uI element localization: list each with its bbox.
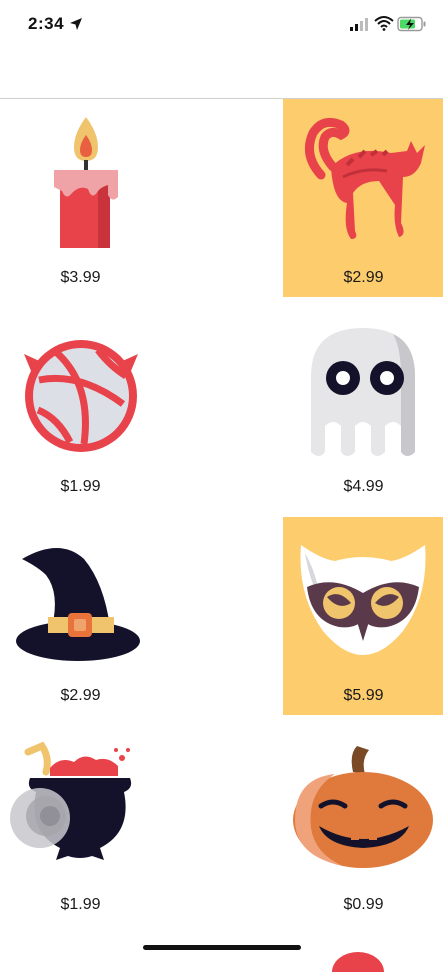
product-cell-witch-hat[interactable]: $2.99	[0, 517, 161, 715]
candle-icon	[54, 117, 118, 248]
product-grid[interactable]: $3.99 $2.99 $1.99 $4.99 $2.99 $5.99 $1.9…	[0, 99, 443, 929]
price-label: $1.99	[60, 896, 101, 913]
status-bar: 2:34	[0, 0, 443, 50]
product-cell-candle[interactable]: $3.99	[0, 99, 161, 297]
pumpkin-icon	[293, 746, 433, 868]
product-cell-owl[interactable]: $5.99	[283, 517, 443, 715]
cellular-signal-icon	[350, 18, 368, 31]
price-label: $2.99	[343, 269, 384, 286]
product-cell-cat[interactable]: $2.99	[283, 99, 443, 297]
location-arrow-icon	[70, 18, 82, 30]
next-item-peek	[332, 952, 384, 972]
price-label: $3.99	[60, 269, 101, 286]
witch-hat-icon	[16, 548, 140, 661]
owl-icon	[300, 545, 426, 655]
home-indicator[interactable]	[143, 945, 301, 950]
product-cell-ghost[interactable]: $4.99	[283, 308, 443, 506]
wifi-icon	[374, 16, 394, 31]
price-label: $0.99	[343, 896, 384, 913]
price-label: $5.99	[343, 687, 384, 704]
product-cell-devil-ball[interactable]: $1.99	[0, 308, 161, 506]
price-label: $4.99	[343, 478, 384, 495]
battery-charging-icon	[397, 16, 426, 32]
black-cat-icon	[304, 117, 425, 239]
ghost-icon	[311, 328, 415, 456]
product-cell-pumpkin[interactable]: $0.99	[283, 726, 443, 924]
devil-ball-icon	[24, 340, 138, 452]
price-label: $2.99	[60, 687, 101, 704]
navigation-bar	[0, 50, 443, 98]
price-label: $1.99	[60, 478, 101, 495]
cauldron-icon	[10, 741, 132, 860]
product-cell-cauldron[interactable]: $1.99	[0, 726, 161, 924]
status-time: 2:34	[28, 14, 65, 33]
